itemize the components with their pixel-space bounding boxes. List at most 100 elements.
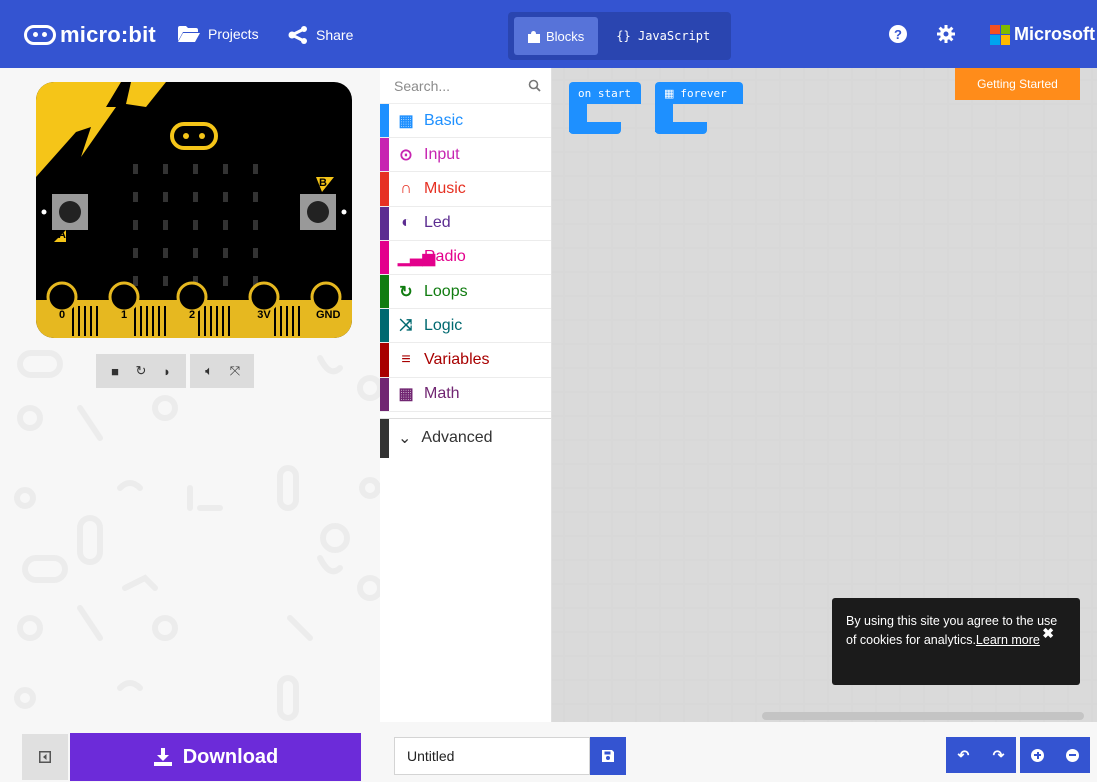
sound-icon[interactable]: 🔈︎ bbox=[196, 358, 222, 384]
microsoft-logo[interactable]: Microsoft bbox=[990, 24, 1095, 45]
zoom-in-icon[interactable] bbox=[1031, 748, 1044, 762]
category-led[interactable]: ◐ Led bbox=[380, 206, 551, 241]
block-label: forever bbox=[680, 86, 727, 100]
slowmo-icon[interactable]: ◗ bbox=[154, 358, 180, 384]
category-label: Math bbox=[424, 385, 460, 403]
signal-icon: ▁▃▅ bbox=[398, 249, 435, 267]
forever-block[interactable]: ▦ forever bbox=[655, 82, 743, 134]
help-icon[interactable]: ? bbox=[888, 24, 908, 44]
projects-button[interactable]: Projects bbox=[178, 26, 259, 42]
zoom-out-icon[interactable] bbox=[1066, 748, 1079, 762]
category-color-bar bbox=[380, 418, 389, 458]
category-color-bar bbox=[380, 240, 389, 274]
tab-blocks[interactable]: Blocks bbox=[514, 17, 599, 55]
save-icon bbox=[602, 750, 614, 762]
headphones-icon: ∩ bbox=[400, 179, 412, 197]
grid-icon: ▦ bbox=[398, 112, 414, 130]
share-button[interactable]: Share bbox=[288, 26, 353, 44]
block-foot bbox=[655, 122, 707, 134]
category-basic[interactable]: ▦ Basic bbox=[380, 104, 551, 139]
category-color-bar bbox=[380, 343, 389, 377]
toggle-icon: ◐ bbox=[401, 214, 411, 232]
category-label: Radio bbox=[424, 248, 466, 266]
simulator-controls: ■ ↻ ◗ 🔈︎ ⤧ bbox=[96, 354, 254, 388]
top-menu-bar: micro:bit Projects Share Blocks {} JavaS… bbox=[0, 0, 1097, 68]
editor-mode-switch: Blocks {} JavaScript bbox=[508, 12, 731, 60]
chevron-down-icon: ⌄ bbox=[398, 430, 412, 448]
category-color-bar bbox=[380, 172, 389, 206]
zoom-group bbox=[1020, 737, 1090, 773]
simulator-control-group-2: 🔈︎ ⤧ bbox=[190, 354, 254, 388]
category-color-bar bbox=[380, 138, 389, 172]
share-label: Share bbox=[316, 27, 354, 43]
search-input[interactable]: Search... bbox=[394, 78, 450, 94]
category-loops[interactable]: ↻ Loops bbox=[380, 274, 551, 310]
pin-2-label: 2 bbox=[188, 309, 196, 321]
button-b-label: B bbox=[319, 177, 327, 189]
shuffle-icon: ⤨ bbox=[399, 316, 413, 334]
calculator-icon: ▦ bbox=[398, 386, 414, 404]
learn-more-link[interactable]: Learn more bbox=[976, 633, 1040, 647]
save-button[interactable] bbox=[590, 737, 626, 775]
microbit-board-graphic bbox=[36, 82, 352, 338]
search-box[interactable]: Search... bbox=[380, 68, 551, 104]
tab-javascript[interactable]: {} JavaScript bbox=[602, 17, 724, 55]
getting-started-button[interactable]: Getting Started bbox=[955, 68, 1080, 100]
stop-icon[interactable]: ■ bbox=[102, 358, 128, 384]
editor-footer: Download ↶ ↷ bbox=[0, 722, 1097, 782]
category-label: Music bbox=[424, 179, 466, 197]
category-label: Advanced bbox=[421, 429, 493, 447]
close-icon[interactable]: ✖ bbox=[1042, 624, 1054, 643]
category-variables[interactable]: ≡ Variables bbox=[380, 343, 551, 378]
pin-0-label: 0 bbox=[58, 309, 66, 321]
download-button[interactable]: Download bbox=[70, 733, 361, 781]
category-color-bar bbox=[380, 104, 389, 138]
svg-text:?: ? bbox=[894, 27, 902, 42]
puzzle-icon bbox=[528, 30, 540, 43]
fullscreen-icon[interactable]: ⤧ bbox=[222, 358, 248, 384]
redo-icon[interactable]: ↷ bbox=[993, 747, 1005, 764]
download-label: Download bbox=[182, 745, 279, 768]
microbit-logo[interactable]: micro:bit bbox=[24, 22, 156, 48]
microsoft-squares-icon bbox=[990, 24, 1010, 45]
category-label: Logic bbox=[424, 316, 463, 334]
settings-gear-icon[interactable] bbox=[936, 24, 956, 44]
forever-block-head: ▦ forever bbox=[655, 82, 743, 104]
block-foot bbox=[569, 122, 621, 134]
blocks-workspace[interactable]: on start ▦ forever Getting Started By us… bbox=[552, 68, 1097, 722]
category-radio[interactable]: ▁▃▅ Radio bbox=[380, 240, 551, 275]
on-start-block[interactable]: on start bbox=[569, 82, 641, 134]
folder-icon bbox=[178, 26, 200, 42]
category-color-bar bbox=[380, 274, 389, 309]
grid-icon: ▦ bbox=[664, 86, 675, 100]
projects-label: Projects bbox=[208, 26, 259, 42]
loop-icon: ↻ bbox=[399, 283, 413, 301]
tab-javascript-label: {} JavaScript bbox=[616, 29, 711, 43]
category-logic[interactable]: ⤨ Logic bbox=[380, 309, 551, 344]
category-label: Led bbox=[424, 214, 451, 232]
microbit-board: 0 1 2 3V GND A B bbox=[36, 82, 352, 338]
category-input[interactable]: ⊙ Input bbox=[380, 138, 551, 173]
pin-gnd-label: GND bbox=[316, 309, 341, 321]
category-color-bar bbox=[380, 206, 389, 240]
pin-3v-label: 3V bbox=[257, 309, 271, 321]
category-label: Basic bbox=[424, 111, 464, 129]
microsoft-label: Microsoft bbox=[1014, 24, 1095, 44]
pin-1-label: 1 bbox=[120, 309, 128, 321]
category-color-bar bbox=[380, 377, 389, 411]
restart-icon[interactable]: ↻ bbox=[128, 358, 154, 384]
category-music[interactable]: ∩ Music bbox=[380, 172, 551, 207]
category-advanced[interactable]: ⌄ Advanced bbox=[380, 417, 551, 458]
project-name-input[interactable] bbox=[394, 737, 590, 775]
microbit-logo-icon bbox=[24, 25, 56, 45]
category-label: Input bbox=[424, 145, 460, 163]
target-icon: ⊙ bbox=[399, 146, 413, 164]
category-math[interactable]: ▦ Math bbox=[380, 377, 551, 412]
logo-text: micro:bit bbox=[60, 22, 156, 47]
horizontal-scrollbar[interactable] bbox=[762, 712, 1084, 720]
undo-icon[interactable]: ↶ bbox=[958, 747, 970, 764]
collapse-simulator-button[interactable] bbox=[22, 734, 68, 780]
category-label: Loops bbox=[424, 282, 468, 300]
search-icon bbox=[528, 79, 541, 92]
button-a-label: A bbox=[58, 229, 66, 241]
